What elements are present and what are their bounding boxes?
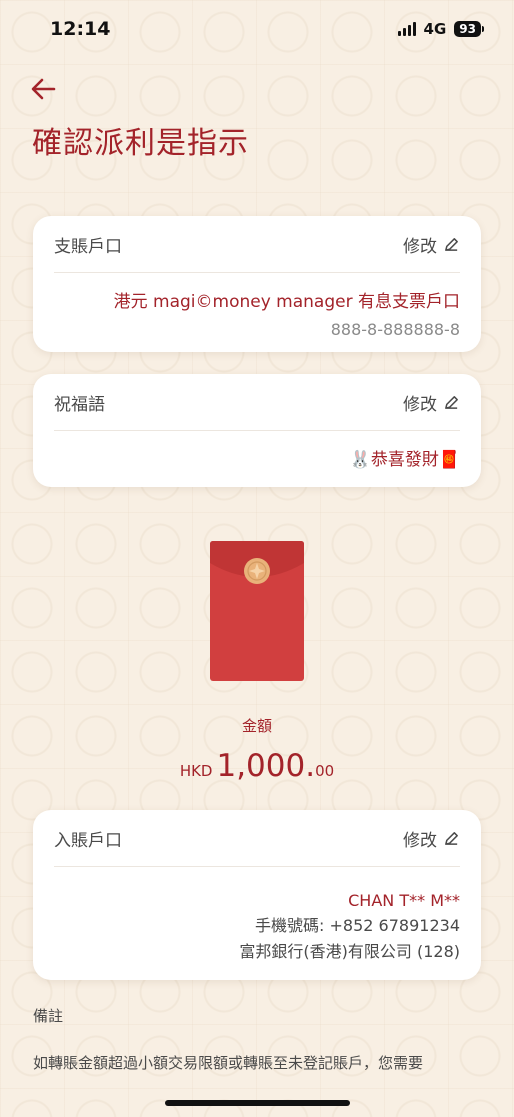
battery-icon: 93 [454,21,484,37]
amount-main: 1,000. [216,748,316,784]
arrow-left-icon[interactable] [28,74,58,104]
edit-label: 修改 [403,394,437,415]
payee-name: CHAN T** M** [348,891,460,910]
battery-level: 93 [454,21,481,37]
home-indicator [165,1100,350,1106]
credit-account-label: 入賬戶口 [54,830,122,851]
edit-label: 修改 [403,830,437,851]
debit-account-number: 888-8-888888-8 [330,320,460,339]
greeting-card: 祝福語 修改 🐰恭喜發財🧧 [33,374,481,487]
remarks-title: 備註 [33,1007,64,1025]
amount-currency: HKD [179,762,213,780]
signal-icon [397,22,416,36]
status-bar-right: 4G 93 [397,20,484,38]
edit-credit-account-button[interactable]: 修改 [403,826,460,851]
amount-value: HKD 1,000.00 [0,748,514,784]
network-type: 4G [423,20,447,38]
red-envelope-image [210,541,304,681]
debit-account-label: 支賬戶口 [54,236,122,257]
status-time: 12:14 [50,18,111,40]
payee-phone: 手機號碼: +852 67891234 [255,916,460,935]
greeting-message: 🐰恭喜發財🧧 [349,450,460,470]
credit-account-card: 入賬戶口 修改 CHAN T** M** 手機號碼: +852 67891234… [33,810,481,980]
pencil-icon [445,831,458,845]
edit-debit-account-button[interactable]: 修改 [403,232,460,257]
pencil-icon [445,395,458,409]
debit-account-name: 港元 magi©money manager 有息支票戶口 [113,292,460,312]
edit-greeting-button[interactable]: 修改 [403,390,460,415]
greeting-label: 祝福語 [54,394,105,415]
edit-label: 修改 [403,236,437,257]
payee-bank: 富邦銀行(香港)有限公司 (128) [239,942,460,961]
remarks-text: 如轉賬金額超過小額交易限額或轉賬至未登記賬戶，您需要 [33,1054,424,1072]
amount-cents: 00 [315,762,335,780]
pencil-icon [445,237,458,251]
amount-label: 金額 [241,717,272,735]
debit-account-card: 支賬戶口 修改 港元 magi©money manager 有息支票戶口 888… [33,216,481,352]
page-title: 確認派利是指示 [32,126,249,161]
